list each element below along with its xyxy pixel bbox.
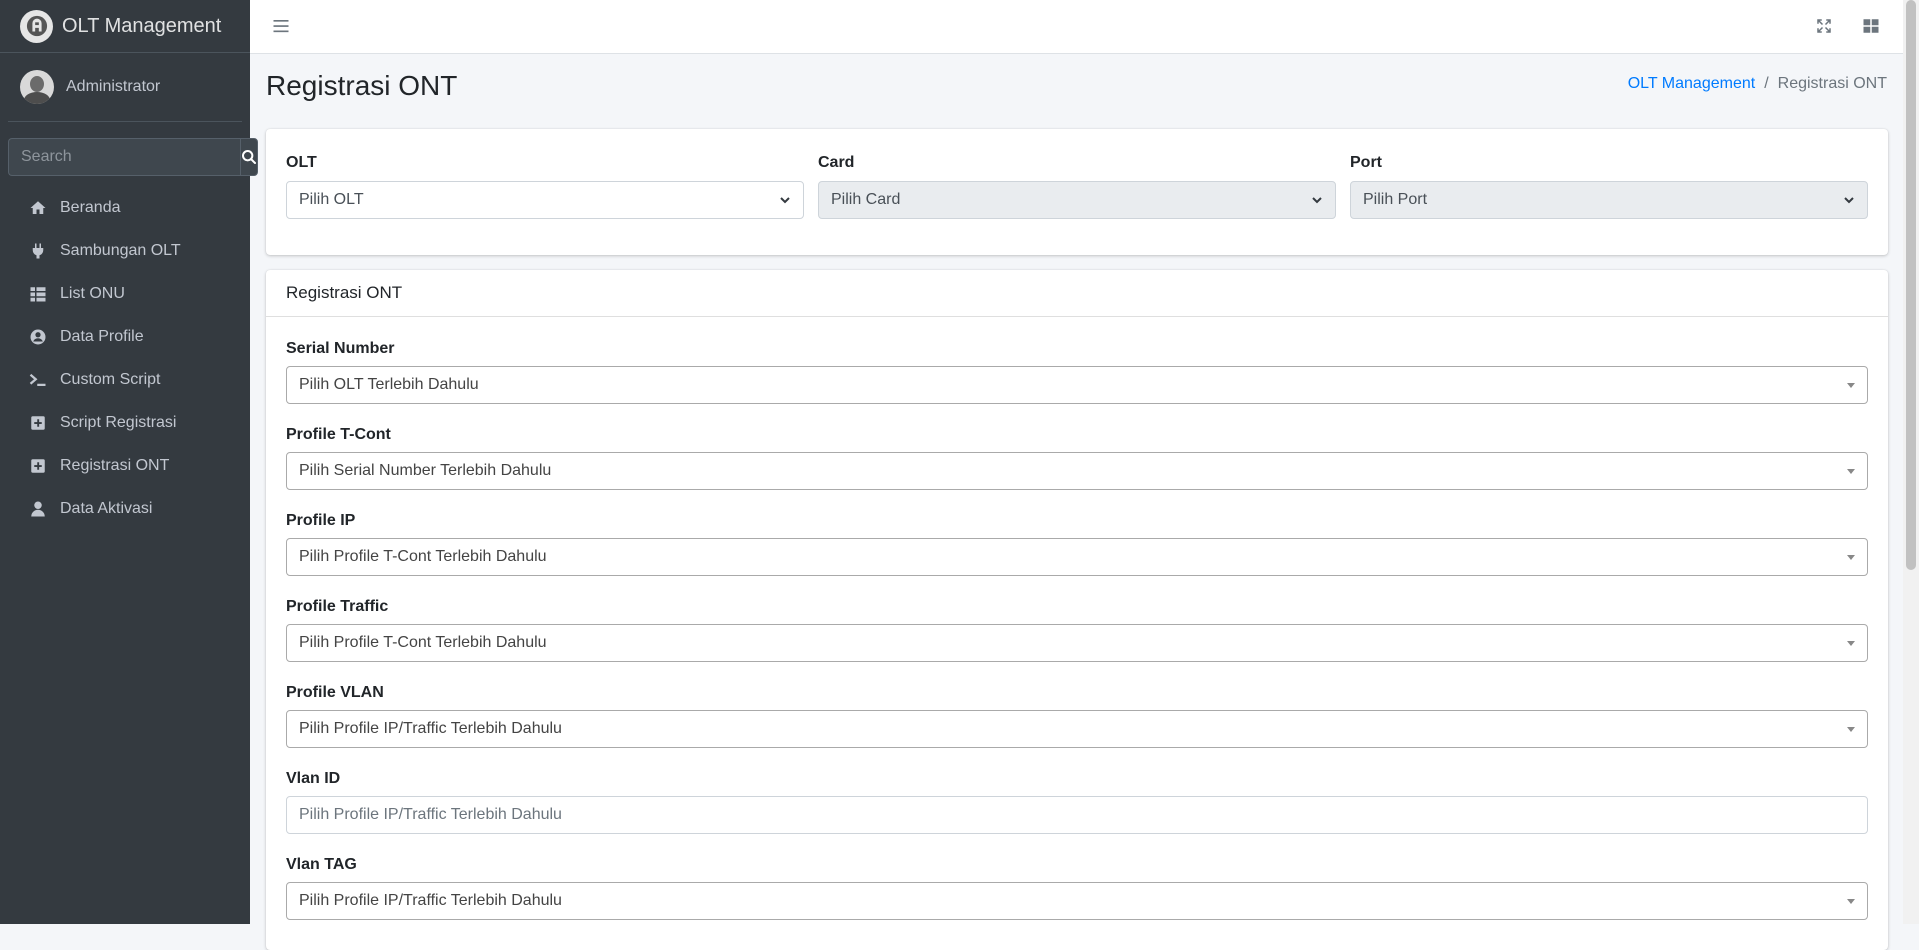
profile-vlan-value: Pilih Profile IP/Traffic Terlebih Dahulu	[299, 720, 562, 737]
plug-icon	[28, 241, 48, 261]
profile-ip-label: Profile IP	[286, 512, 356, 529]
profile-vlan-group: Profile VLAN Pilih Profile IP/Traffic Te…	[286, 684, 1868, 748]
card-field: Card Pilih Card	[818, 154, 1336, 219]
vlan-tag-select[interactable]: Pilih Profile IP/Traffic Terlebih Dahulu	[286, 882, 1868, 920]
vlan-tag-group: Vlan TAG Pilih Profile IP/Traffic Terleb…	[286, 856, 1868, 920]
breadcrumb-current: Registrasi ONT	[1777, 75, 1887, 92]
user-icon	[28, 499, 48, 519]
user-name[interactable]: Administrator	[66, 78, 160, 96]
avatar	[20, 70, 54, 104]
vlan-id-label: Vlan ID	[286, 770, 341, 787]
sidebar-item-label: List ONU	[60, 284, 125, 302]
search-input[interactable]	[8, 138, 240, 176]
port-select[interactable]: Pilih Port	[1350, 181, 1868, 219]
caret-down-icon	[1847, 468, 1855, 474]
vlan-id-input[interactable]	[286, 796, 1868, 834]
sidebar-item-label: Registrasi ONT	[60, 456, 170, 474]
page-title: Registrasi ONT	[266, 70, 458, 101]
sidebar-item-registrasi-ont[interactable]: Registrasi ONT	[8, 444, 242, 487]
chevron-down-icon	[1312, 197, 1322, 204]
sidebar-item-label: Data Aktivasi	[60, 499, 153, 517]
breadcrumb-home-link[interactable]: OLT Management	[1628, 75, 1755, 93]
profile-tcont-label: Profile T-Cont	[286, 426, 391, 443]
card-select[interactable]: Pilih Card	[818, 181, 1336, 219]
user-circle-icon	[28, 327, 48, 347]
profile-tcont-value: Pilih Serial Number Terlebih Dahulu	[299, 462, 552, 479]
sidebar-item-custom-script[interactable]: Custom Script	[8, 358, 242, 401]
caret-down-icon	[1847, 640, 1855, 646]
profile-ip-value: Pilih Profile T-Cont Terlebih Dahulu	[299, 548, 547, 565]
profile-traffic-value: Pilih Profile T-Cont Terlebih Dahulu	[299, 634, 547, 651]
scrollbar-thumb[interactable]	[1906, 0, 1916, 570]
sidebar-item-beranda[interactable]: Beranda	[8, 186, 242, 229]
profile-tcont-select[interactable]: Pilih Serial Number Terlebih Dahulu	[286, 452, 1868, 490]
sidebar-item-label: Data Profile	[60, 327, 144, 345]
sidebar-item-list-onu[interactable]: List ONU	[8, 272, 242, 315]
profile-ip-group: Profile IP Pilih Profile T-Cont Terlebih…	[286, 512, 1868, 576]
serial-number-label: Serial Number	[286, 340, 395, 357]
sidebar-item-label: Script Registrasi	[60, 413, 177, 431]
plus-square-icon	[28, 413, 48, 433]
sidebar-nav: Beranda Sambungan OLT List ONU Data Prof…	[0, 186, 250, 530]
sidebar-item-label: Beranda	[60, 198, 121, 216]
chevron-down-icon	[1844, 197, 1854, 204]
chevron-down-icon	[780, 197, 790, 204]
user-panel[interactable]: Administrator	[8, 53, 242, 122]
olt-select[interactable]: Pilih OLT	[286, 181, 804, 219]
control-sidebar-grid-icon[interactable]	[1862, 17, 1880, 35]
card-label: Card	[818, 154, 855, 171]
profile-vlan-label: Profile VLAN	[286, 684, 384, 701]
breadcrumb: OLT Management / Registrasi ONT	[1628, 75, 1887, 93]
port-select-value: Pilih Port	[1363, 191, 1428, 208]
brand-logo-icon	[20, 9, 53, 43]
card-title: Registrasi ONT	[266, 270, 1888, 317]
card-select-value: Pilih Card	[831, 191, 901, 208]
serial-number-select[interactable]: Pilih OLT Terlebih Dahulu	[286, 366, 1868, 404]
top-navbar	[250, 0, 1903, 54]
plus-square-icon	[28, 456, 48, 476]
sidebar-item-label: Custom Script	[60, 370, 161, 388]
serial-number-value: Pilih OLT Terlebih Dahulu	[299, 376, 479, 393]
port-label: Port	[1350, 154, 1382, 171]
terminal-icon	[28, 370, 48, 390]
olt-filter-card: OLT Pilih OLT Card Pilih Card Port Pilih…	[266, 129, 1888, 255]
caret-down-icon	[1847, 554, 1855, 560]
vlan-tag-label: Vlan TAG	[286, 856, 357, 873]
caret-down-icon	[1847, 382, 1855, 388]
profile-traffic-label: Profile Traffic	[286, 598, 389, 615]
olt-select-value: Pilih OLT	[299, 191, 364, 208]
profile-traffic-group: Profile Traffic Pilih Profile T-Cont Ter…	[286, 598, 1868, 662]
breadcrumb-separator: /	[1764, 75, 1769, 92]
fullscreen-icon[interactable]	[1815, 17, 1833, 35]
list-icon	[28, 284, 48, 304]
registrasi-ont-card: Registrasi ONT Serial Number Pilih OLT T…	[266, 270, 1888, 950]
vlan-tag-value: Pilih Profile IP/Traffic Terlebih Dahulu	[299, 892, 562, 909]
page-scrollbar[interactable]	[1903, 0, 1919, 924]
profile-ip-select[interactable]: Pilih Profile T-Cont Terlebih Dahulu	[286, 538, 1868, 576]
port-field: Port Pilih Port	[1350, 154, 1868, 219]
sidebar-item-data-aktivasi[interactable]: Data Aktivasi	[8, 487, 242, 530]
olt-label: OLT	[286, 154, 317, 171]
caret-down-icon	[1847, 898, 1855, 904]
vlan-id-group: Vlan ID	[286, 770, 1868, 834]
sidebar-item-label: Sambungan OLT	[60, 241, 181, 259]
sidebar-item-script-registrasi[interactable]: Script Registrasi	[8, 401, 242, 444]
profile-tcont-group: Profile T-Cont Pilih Serial Number Terle…	[286, 426, 1868, 490]
search-button[interactable]	[240, 138, 258, 176]
search-icon	[242, 150, 256, 164]
brand-link[interactable]: OLT Management	[0, 0, 250, 53]
serial-number-group: Serial Number Pilih OLT Terlebih Dahulu	[286, 340, 1868, 404]
brand-title: OLT Management	[62, 14, 222, 37]
form-body: Serial Number Pilih OLT Terlebih Dahulu …	[266, 340, 1888, 920]
hamburger-menu-icon[interactable]	[272, 17, 290, 35]
profile-vlan-select[interactable]: Pilih Profile IP/Traffic Terlebih Dahulu	[286, 710, 1868, 748]
sidebar: OLT Management Administrator Beranda Sam…	[0, 0, 258, 924]
profile-traffic-select[interactable]: Pilih Profile T-Cont Terlebih Dahulu	[286, 624, 1868, 662]
olt-field: OLT Pilih OLT	[286, 154, 804, 219]
sidebar-item-sambungan-olt[interactable]: Sambungan OLT	[8, 229, 242, 272]
caret-down-icon	[1847, 726, 1855, 732]
sidebar-item-data-profile[interactable]: Data Profile	[8, 315, 242, 358]
home-icon	[28, 198, 48, 218]
sidebar-search	[8, 138, 258, 176]
